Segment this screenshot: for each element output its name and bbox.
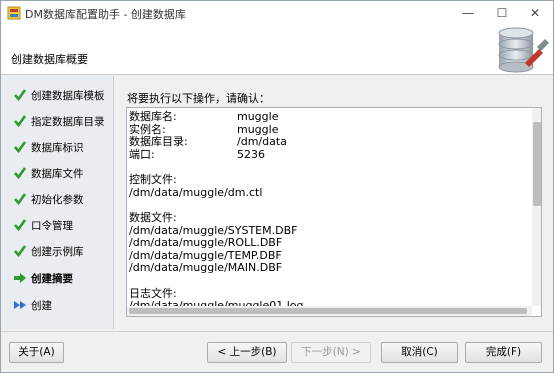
step-item: 口令管理 xyxy=(13,217,73,233)
page-title: 创建数据库概要 xyxy=(11,53,88,66)
check-icon xyxy=(14,193,27,206)
title-bar[interactable]: DM数据库配置助手 - 创建数据库 — ☐ ✕ xyxy=(1,1,553,25)
step-item: 创建示例库 xyxy=(13,243,84,259)
step-label: 创建摘要 xyxy=(31,272,73,285)
window-title: DM数据库配置助手 - 创建数据库 xyxy=(25,8,186,21)
check-icon xyxy=(14,115,27,128)
check-icon xyxy=(14,219,27,232)
dialog-window: DM数据库配置助手 - 创建数据库 — ☐ ✕ 创建数据库概要 创建数据库模板 … xyxy=(0,0,554,373)
check-icon xyxy=(14,167,27,180)
summary-text-area[interactable]: 数据库名: muggle 实例名: muggle 数据库目录: /dm/data… xyxy=(126,107,542,317)
step-label: 指定数据库目录 xyxy=(31,115,105,128)
check-icon xyxy=(14,89,27,102)
control-file-heading: 控制文件: xyxy=(129,173,177,186)
port-value: 5236 xyxy=(237,147,265,161)
wizard-steps: 创建数据库模板 指定数据库目录 数据库标识 数据库文件 初始化参数 口令管理 创… xyxy=(1,76,114,329)
port-label: 端口: xyxy=(129,147,155,161)
data-file-path: /dm/data/muggle/MAIN.DBF xyxy=(129,261,283,274)
db-dir-value: /dm/data xyxy=(237,135,287,148)
step-item: 初始化参数 xyxy=(13,191,84,207)
step-item: 数据库文件 xyxy=(13,165,84,181)
arrow-right-icon xyxy=(14,273,26,283)
step-label: 创建示例库 xyxy=(31,245,84,258)
db-name-value: muggle xyxy=(237,110,279,123)
horizontal-scrollbar[interactable] xyxy=(127,306,532,316)
check-icon xyxy=(14,245,27,258)
check-icon xyxy=(14,141,27,154)
data-file-path: /dm/data/muggle/ROLL.DBF xyxy=(129,236,283,249)
step-label: 口令管理 xyxy=(31,219,73,232)
data-files-heading: 数据文件: xyxy=(129,211,177,224)
summary-row: 数据库目录: /dm/data xyxy=(129,135,529,149)
close-button[interactable]: ✕ xyxy=(518,1,552,25)
step-item-current: 创建摘要 xyxy=(13,270,73,286)
db-name-label: 数据库名: xyxy=(129,110,177,123)
step-label: 创建数据库模板 xyxy=(31,89,105,102)
header-banner: 创建数据库概要 xyxy=(1,25,553,75)
db-dir-label: 数据库目录: xyxy=(129,135,188,148)
fast-forward-icon xyxy=(14,301,26,309)
maximize-button[interactable]: ☐ xyxy=(485,1,519,25)
step-label: 数据库标识 xyxy=(31,141,84,154)
control-file-path: /dm/data/muggle/dm.ctl xyxy=(129,185,263,199)
scrollbar-thumb[interactable] xyxy=(533,122,541,206)
step-label: 数据库文件 xyxy=(31,167,84,180)
app-icon xyxy=(7,6,21,20)
minimize-button[interactable]: — xyxy=(451,1,485,25)
step-item: 创建数据库模板 xyxy=(13,87,105,103)
summary-row: 端口: 5236 xyxy=(129,147,529,162)
vertical-scrollbar[interactable] xyxy=(532,108,541,306)
summary-content: 数据库名: muggle 实例名: muggle 数据库目录: /dm/data… xyxy=(129,110,529,313)
about-button[interactable]: 关于(A) xyxy=(9,342,64,363)
step-label: 初始化参数 xyxy=(31,193,84,206)
step-item: 指定数据库目录 xyxy=(13,113,105,129)
next-button[interactable]: 下一步(N) > xyxy=(291,342,371,363)
confirm-prompt: 将要执行以下操作，请确认： xyxy=(127,92,270,105)
footer-divider xyxy=(1,331,553,332)
scrollbar-thumb[interactable] xyxy=(129,308,527,314)
finish-button[interactable]: 完成(F) xyxy=(465,342,542,363)
step-item: 数据库标识 xyxy=(13,139,84,155)
database-tools-icon xyxy=(498,27,549,73)
summary-row: 实例名: muggle xyxy=(129,123,529,137)
step-label: 创建 xyxy=(31,299,52,312)
previous-button[interactable]: < 上一步(B) xyxy=(207,342,287,363)
step-item: 创建 xyxy=(13,297,52,313)
cancel-button[interactable]: 取消(C) xyxy=(381,342,458,363)
summary-row: 数据库名: muggle xyxy=(129,110,529,124)
